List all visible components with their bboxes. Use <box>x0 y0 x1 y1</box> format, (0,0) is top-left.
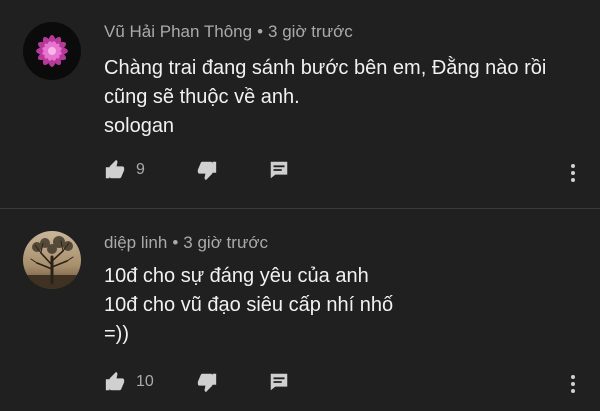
comment-text: 10đ cho sự đáng yêu của anh 10đ cho vũ đ… <box>104 262 393 349</box>
pink-flower-avatar-icon <box>23 22 81 80</box>
more-options-button[interactable] <box>563 371 583 397</box>
comment-line: =)) <box>104 323 129 345</box>
more-dot <box>571 389 575 393</box>
avatar[interactable] <box>23 22 81 80</box>
separator-dot: • <box>257 22 264 41</box>
author-name[interactable]: diệp linh <box>104 233 167 252</box>
more-dot <box>571 178 575 182</box>
more-dot <box>571 164 575 168</box>
more-dot <box>571 171 575 175</box>
avatar[interactable] <box>23 231 81 289</box>
dislike-button[interactable] <box>196 157 218 183</box>
tree-sunset-avatar-icon <box>23 231 81 289</box>
timestamp[interactable]: 3 giờ trước <box>183 233 268 252</box>
comment-line: cũng sẽ thuộc về anh. <box>104 86 300 108</box>
separator-dot: • <box>172 233 179 252</box>
thumbs-up-icon <box>105 371 125 391</box>
more-dot <box>571 375 575 379</box>
comment-item: diệp linh • 3 giờ trước 10đ cho sự đáng yê… <box>0 209 600 411</box>
comment-line: Chàng trai đang sánh bước bên em, Đằng n… <box>104 57 547 79</box>
like-button[interactable]: 10 <box>104 369 154 395</box>
comment-meta: diệp linh • 3 giờ trước <box>104 233 268 253</box>
thumbs-down-icon <box>197 161 217 181</box>
comment-line: sologan <box>104 115 175 137</box>
comment-reply-icon <box>270 373 288 391</box>
more-options-button[interactable] <box>563 160 583 186</box>
reply-button[interactable] <box>268 369 290 395</box>
comment-item: Vũ Hải Phan Thông • 3 giờ trước Chàng trai… <box>0 0 600 208</box>
dislike-button[interactable] <box>196 369 218 395</box>
like-count: 9 <box>136 161 145 178</box>
comment-reply-icon <box>270 161 288 179</box>
thumbs-down-icon <box>197 373 217 393</box>
comment-meta: Vũ Hải Phan Thông • 3 giờ trước <box>104 22 353 42</box>
more-dot <box>571 382 575 386</box>
like-count: 10 <box>136 373 154 390</box>
like-button[interactable]: 9 <box>104 157 145 183</box>
author-name[interactable]: Vũ Hải Phan Thông <box>104 22 252 41</box>
timestamp[interactable]: 3 giờ trước <box>268 22 353 41</box>
comment-text: Chàng trai đang sánh bước bên em, Đằng n… <box>104 54 546 141</box>
thumbs-up-icon <box>105 159 125 179</box>
reply-button[interactable] <box>268 157 290 183</box>
comment-line: 10đ cho vũ đạo siêu cấp nhí nhố <box>104 294 394 316</box>
comment-line: 10đ cho sự đáng yêu của anh <box>104 265 369 287</box>
